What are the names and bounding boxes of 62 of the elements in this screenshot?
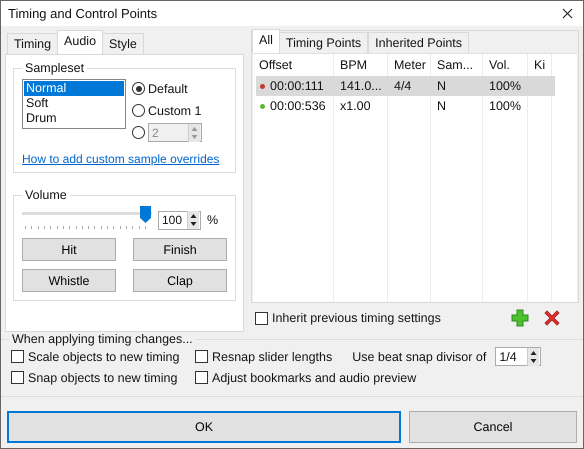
group-title: When applying timing changes...	[11, 332, 194, 346]
delete-icon[interactable]	[543, 309, 561, 327]
column-header[interactable]: Ki	[528, 58, 552, 72]
timing-row[interactable]: 00:00:536 x1.00 N 100%	[256, 96, 555, 116]
list-item[interactable]: Drum	[24, 111, 124, 126]
tab[interactable]: Audio	[57, 30, 104, 54]
slider-thumb[interactable]	[140, 206, 151, 223]
radio-label: Default	[148, 82, 188, 96]
timing-row[interactable]: 00:00:111 141.0... 4/4 N 100%	[256, 76, 555, 96]
table-cell: 141.0...	[340, 79, 382, 93]
checkbox[interactable]	[255, 312, 268, 324]
sound-button[interactable]: Finish	[133, 238, 227, 261]
table-cell: x1.00	[340, 99, 371, 113]
column-header[interactable]: Offset	[253, 58, 334, 72]
ok-button[interactable]: OK	[7, 411, 401, 443]
group-title: Sampleset	[24, 61, 86, 75]
sound-button[interactable]: Hit	[22, 238, 116, 261]
spin-arrows-icon[interactable]	[527, 348, 540, 366]
help-link[interactable]: How to add custom sample overrides	[22, 152, 220, 166]
checkbox-label: Resnap slider lengths	[212, 350, 332, 364]
table-cell: 100%	[489, 99, 521, 113]
table-cell: 00:00:111	[270, 79, 324, 93]
column-header[interactable]: BPM	[334, 58, 388, 72]
snap-label: Use beat snap divisor of	[352, 350, 486, 364]
checkbox-label: Adjust bookmarks and audio preview	[212, 370, 416, 384]
checkbox-label: Snap objects to new timing	[28, 370, 178, 384]
column-header[interactable]: Vol.	[483, 58, 528, 72]
checkbox[interactable]	[11, 371, 24, 384]
radio-button[interactable]	[132, 104, 145, 117]
spin-arrows-icon[interactable]	[187, 211, 199, 229]
sound-button[interactable]: Whistle	[22, 269, 116, 292]
table-cell: 100%	[489, 79, 521, 93]
tab[interactable]: Style	[102, 33, 144, 54]
snap-divisor-field[interactable]: 1/4	[495, 347, 542, 366]
column-header[interactable]: Sam...	[431, 58, 483, 72]
checkbox-label: Scale objects to new timing	[28, 350, 180, 364]
table-cell: N	[437, 79, 446, 93]
table-cell: 4/4	[394, 79, 412, 93]
table-cell: 00:00:536	[270, 99, 326, 113]
cancel-button[interactable]: Cancel	[409, 411, 577, 443]
window-title: Timing and Control Points	[8, 6, 158, 21]
sampleset-list[interactable]: Normal Soft Drum	[22, 79, 126, 129]
list-item[interactable]: Soft	[24, 96, 124, 111]
unit-label: %	[207, 213, 218, 227]
checkbox[interactable]	[11, 350, 24, 363]
table-cell: N	[437, 99, 446, 113]
tab[interactable]: Timing	[7, 33, 58, 54]
close-icon[interactable]	[562, 8, 573, 19]
list-item[interactable]: Normal	[24, 81, 124, 96]
radio-label: Custom 1	[148, 104, 202, 118]
add-icon[interactable]	[511, 309, 529, 327]
volume-field[interactable]: 100	[158, 210, 201, 230]
tab[interactable]: Inherited Points	[368, 32, 470, 53]
radio-button[interactable]	[132, 82, 145, 95]
sound-button[interactable]: Clap	[133, 269, 227, 292]
tab[interactable]: Timing Points	[278, 32, 368, 53]
checkbox[interactable]	[195, 350, 208, 363]
column-header[interactable]: Meter	[388, 58, 431, 72]
tab[interactable]: All	[252, 29, 280, 53]
checkbox-label: Inherit previous timing settings	[272, 311, 441, 325]
group-title: Volume	[24, 188, 68, 202]
checkbox[interactable]	[195, 371, 208, 384]
